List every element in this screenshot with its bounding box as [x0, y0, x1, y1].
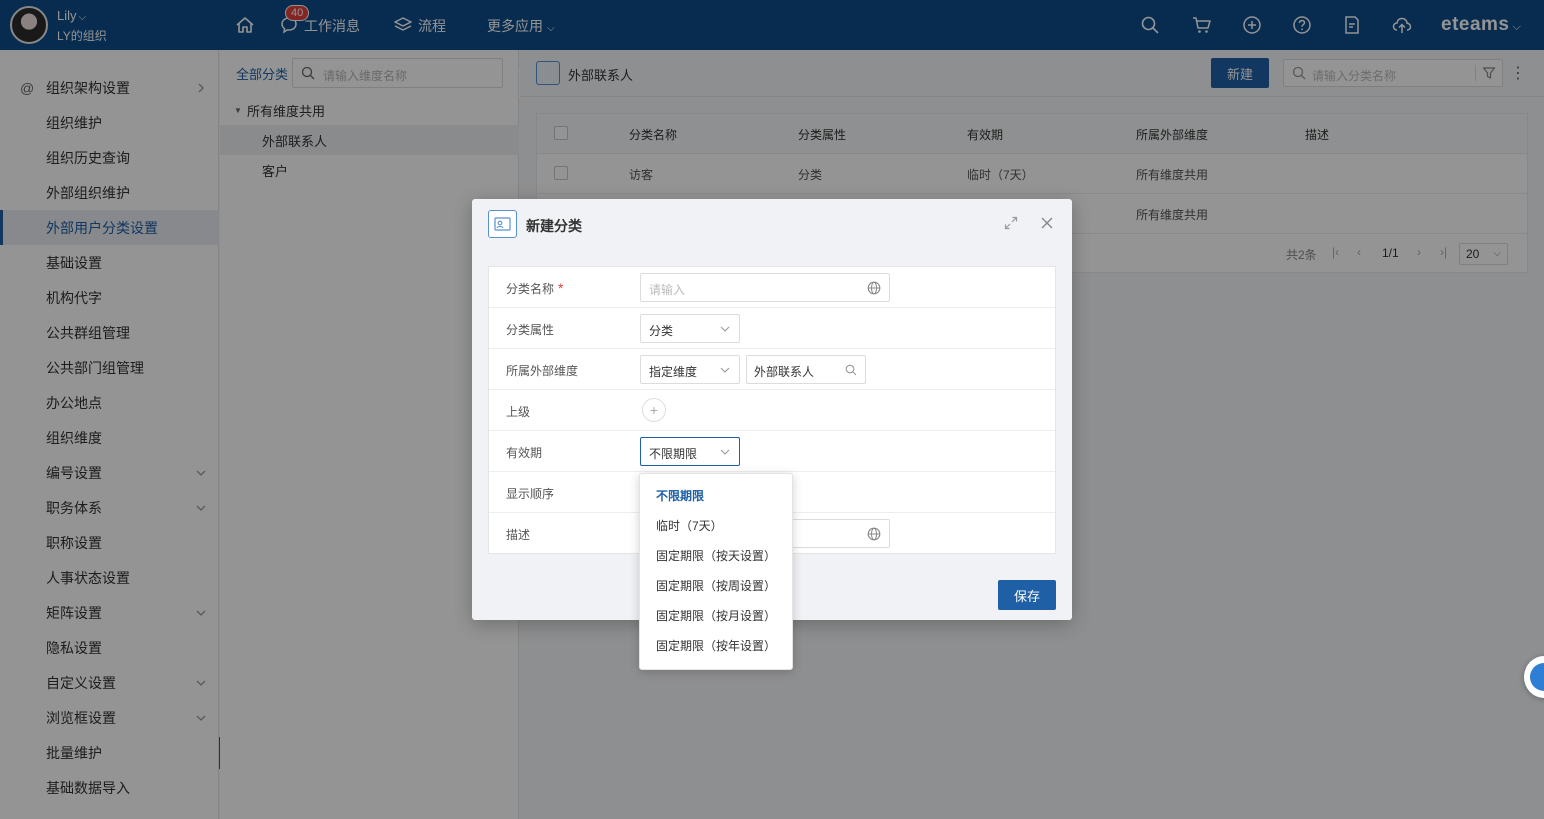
browse-value: 外部联系人: [754, 365, 815, 379]
contact-card-icon: [488, 210, 517, 238]
field-label: 描述: [506, 528, 531, 542]
category-attr-select[interactable]: 分类: [640, 314, 740, 343]
input-placeholder: 请输入: [649, 283, 686, 297]
dialog-header: 新建分类: [472, 199, 1072, 249]
close-icon[interactable]: [1040, 216, 1054, 230]
form-row-name: 分类名称 * 请输入: [489, 267, 1055, 308]
form-row-validity: 有效期 不限期限: [489, 431, 1055, 472]
dropdown-option[interactable]: 临时（7天）: [640, 510, 792, 540]
expand-icon[interactable]: [1004, 216, 1018, 230]
category-name-input[interactable]: 请输入: [640, 273, 890, 302]
select-value: 分类: [649, 324, 674, 338]
chevron-down-icon: [720, 367, 730, 373]
save-button[interactable]: 保存: [998, 580, 1056, 610]
plus-icon: +: [649, 402, 659, 418]
form-row-attr: 分类属性 分类: [489, 308, 1055, 349]
validity-select[interactable]: 不限期限: [640, 437, 740, 466]
search-icon[interactable]: [845, 364, 857, 376]
dropdown-option[interactable]: 固定期限（按周设置）: [640, 570, 792, 600]
field-label: 显示顺序: [506, 487, 555, 501]
globe-icon[interactable]: [867, 527, 881, 541]
name-label: 分类名称: [506, 282, 555, 296]
field-label: 有效期: [506, 446, 543, 460]
dropdown-option[interactable]: 不限期限: [640, 480, 792, 510]
chevron-down-icon: [720, 449, 730, 455]
validity-dropdown: 不限期限 临时（7天） 固定期限（按天设置） 固定期限（按周设置） 固定期限（按…: [639, 473, 793, 670]
field-label: 上级: [506, 405, 531, 419]
field-label: 分类属性: [506, 323, 555, 337]
chevron-down-icon: [720, 326, 730, 332]
dimension-browse-input[interactable]: 外部联系人: [746, 355, 866, 384]
select-value: 不限期限: [649, 447, 698, 461]
select-value: 指定维度: [649, 365, 698, 379]
field-label: 分类名称 *: [506, 280, 563, 297]
dimension-mode-select[interactable]: 指定维度: [640, 355, 740, 384]
globe-icon[interactable]: [867, 281, 881, 295]
field-label: 所属外部维度: [506, 364, 579, 378]
card-glyph-icon: [494, 217, 511, 231]
dropdown-option[interactable]: 固定期限（按年设置）: [640, 630, 792, 660]
dialog-title: 新建分类: [526, 218, 582, 234]
add-parent-button[interactable]: +: [642, 398, 666, 422]
required-asterisk: *: [558, 280, 564, 296]
bug-icon: [1530, 663, 1544, 691]
form-row-dimension: 所属外部维度 指定维度 外部联系人: [489, 349, 1055, 390]
dropdown-option[interactable]: 固定期限（按天设置）: [640, 540, 792, 570]
dropdown-option[interactable]: 固定期限（按月设置）: [640, 600, 792, 630]
form-row-parent: 上级 +: [489, 390, 1055, 431]
